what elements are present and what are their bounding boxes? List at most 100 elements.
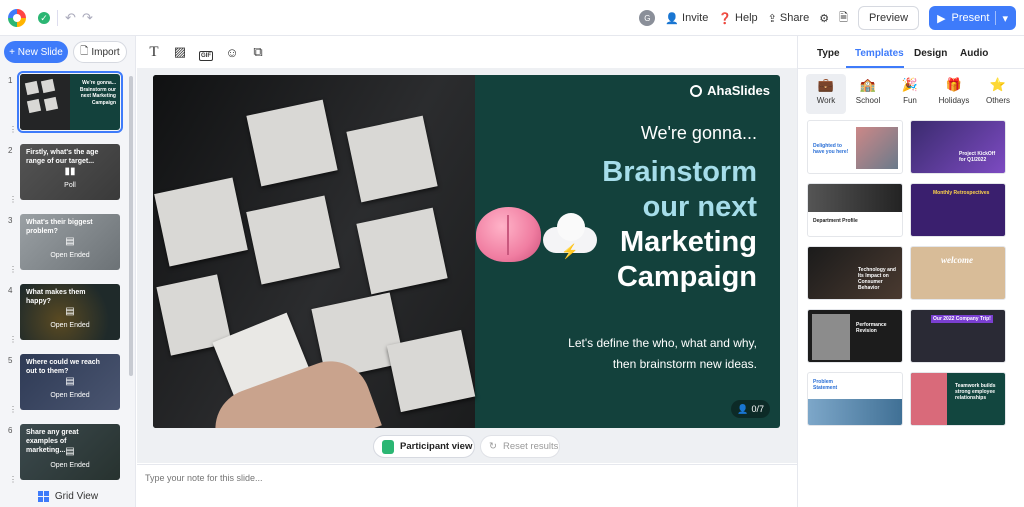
divider [798, 68, 1024, 69]
emoji-icon[interactable]: ☺ [224, 45, 240, 60]
template-card[interactable]: Department Profile [807, 183, 903, 237]
template-card[interactable]: Our 2022 Company Trip! [910, 309, 1006, 363]
slide-item[interactable]: 2 Firstly, what's the age range of our t… [0, 144, 128, 208]
brain-emoji-icon [476, 207, 541, 262]
divider [57, 10, 58, 26]
slide-title: Firstly, what's the age range of our tar… [26, 149, 99, 165]
thumb-photo [20, 74, 70, 130]
subtitle-line: then brainstorm new ideas. [612, 357, 757, 371]
heading-line: our next [642, 191, 757, 223]
settings-button[interactable]: ⚙ [819, 12, 829, 25]
category-others[interactable]: ⭐ Others [978, 74, 1018, 114]
help-icon: ❓ [718, 12, 733, 25]
import-icon: 🗋 [80, 45, 89, 57]
phone-icon [382, 439, 394, 454]
more-icon[interactable]: ⋮ [9, 405, 17, 414]
scrollbar[interactable] [129, 76, 133, 376]
slide-canvas[interactable]: AhaSlides We're gonna... Brainstorm our … [153, 75, 780, 428]
more-icon[interactable]: ⋮ [9, 195, 17, 204]
slide-number: 3 [8, 216, 13, 225]
tab-audio[interactable]: Audio [960, 48, 988, 59]
brand-name: AhaSlides [707, 83, 770, 98]
more-icon[interactable]: ⋮ [9, 265, 17, 274]
category-work[interactable]: 💼 Work [806, 74, 846, 114]
template-card[interactable]: Performance Revision [807, 309, 903, 363]
import-button[interactable]: 🗋 Import [73, 41, 127, 63]
tab-templates[interactable]: Templates [855, 48, 904, 59]
gift-icon: 🎁 [945, 77, 963, 92]
slide-subtitle: Let's define the who, what and why, then… [568, 333, 757, 375]
slide-title: Where could we reach out to them? [26, 359, 100, 375]
redo-icon[interactable]: ↷ [82, 10, 93, 26]
open-ended-icon: ▤ [65, 236, 75, 247]
insert-toolbar: T ▨ GIF ☺ ⧉ [146, 42, 266, 62]
image-icon[interactable]: ▨ [172, 44, 188, 60]
grid-icon [37, 491, 49, 502]
slide-thumbnail[interactable]: What's their biggest problem? ▤ Open End… [20, 214, 120, 270]
slide-thumbnail[interactable]: Share any great examples of marketing...… [20, 424, 120, 480]
slide-heading-main: Marketing Campaign [617, 225, 757, 295]
tab-design[interactable]: Design [914, 48, 947, 59]
invite-button[interactable]: 👤 Invite [665, 12, 708, 25]
chevron-down-icon[interactable]: ▾ [1002, 12, 1008, 25]
slide-background-photo [153, 75, 476, 428]
preview-button[interactable]: Preview [857, 6, 920, 30]
briefcase-icon: 💼 [817, 77, 835, 92]
slide-list-panel: + New Slide 🗋 Import 1 We're gonna... Br… [0, 36, 136, 507]
template-title: Department Profile [813, 218, 858, 224]
more-icon[interactable]: ⋮ [9, 335, 17, 344]
more-icon[interactable]: ⋮ [9, 125, 17, 134]
avatar[interactable]: G [639, 10, 656, 26]
tab-type[interactable]: Type [817, 48, 840, 59]
reset-results-button[interactable]: ↻ Reset results [480, 435, 560, 458]
category-school[interactable]: 🏫 School [848, 74, 888, 114]
open-ended-icon: ▤ [65, 446, 75, 457]
app-logo[interactable] [8, 9, 26, 27]
top-bar: ✓ ↶ ↷ G 👤 Invite ❓ Help ⇪ Share ⚙ 🗎 Prev… [0, 0, 1024, 36]
divider [995, 11, 997, 25]
category-holidays[interactable]: 🎁 Holidays [932, 74, 976, 114]
panel-tabs: Type Templates Design Audio [798, 36, 1024, 68]
school-icon: 🏫 [859, 77, 877, 92]
shape-icon[interactable]: ⧉ [250, 44, 266, 60]
template-card[interactable]: Delighted to have you here! [807, 120, 903, 174]
template-categories: 💼 Work 🏫 School 🎉 Fun 🎁 Holidays ⭐ Other… [806, 74, 1018, 114]
text-icon[interactable]: T [146, 44, 162, 61]
slide-item[interactable]: 3 What's their biggest problem? ▤ Open E… [0, 214, 128, 278]
new-slide-button[interactable]: + New Slide [4, 41, 68, 63]
template-card[interactable]: Monthly Retrospectives [910, 183, 1006, 237]
slide-thumbnail[interactable]: We're gonna... Brainstorm our next Marke… [17, 71, 123, 133]
template-title: Problem Statement [813, 379, 838, 391]
slide-item[interactable]: 6 Share any great examples of marketing.… [0, 424, 128, 488]
slide-item[interactable]: 4 What makes them happy? ▤ Open Ended ⋮ [0, 284, 128, 348]
slide-thumbnail[interactable]: Where could we reach out to them? ▤ Open… [20, 354, 120, 410]
more-icon[interactable]: ⋮ [9, 475, 17, 484]
grid-view-button[interactable]: Grid View [0, 486, 136, 507]
export-button[interactable]: 🗎 [839, 9, 848, 28]
note-input[interactable] [145, 473, 545, 483]
slide-item[interactable]: 1 We're gonna... Brainstorm our next Mar… [0, 71, 128, 138]
present-button[interactable]: ▶ Present ▾ [929, 6, 1016, 30]
slide-item[interactable]: 5 Where could we reach out to them? ▤ Op… [0, 354, 128, 418]
help-button[interactable]: ❓ Help [718, 12, 757, 25]
participant-view-label: Participant view [400, 441, 473, 452]
slide-heading-highlight: Brainstorm our next [602, 155, 757, 225]
file-download-icon: 🗎 [839, 11, 848, 24]
category-fun[interactable]: 🎉 Fun [890, 74, 930, 114]
participant-view-button[interactable]: Participant view [373, 435, 475, 458]
slide-thumbnail[interactable]: What makes them happy? ▤ Open Ended [20, 284, 120, 340]
slide-thumbnail[interactable]: Firstly, what's the age range of our tar… [20, 144, 120, 200]
saved-check-icon: ✓ [38, 12, 50, 24]
slide-type-label: Open Ended [50, 252, 90, 259]
template-card[interactable]: Technology and Its Impact on Consumer Be… [807, 246, 903, 300]
category-label: Fun [903, 96, 917, 105]
template-card[interactable]: welcome [910, 246, 1006, 300]
undo-icon[interactable]: ↶ [65, 10, 76, 26]
template-card[interactable]: Problem Statement [807, 372, 903, 426]
template-card[interactable]: Project KickOff for Q1/2022 [910, 120, 1006, 174]
brand-icon [690, 84, 703, 97]
template-card[interactable]: Teamwork builds strong employee relation… [910, 372, 1006, 426]
lightning-icon: ⚡ [561, 243, 579, 259]
gif-icon[interactable]: GIF [198, 45, 214, 61]
share-button[interactable]: ⇪ Share [768, 12, 810, 25]
